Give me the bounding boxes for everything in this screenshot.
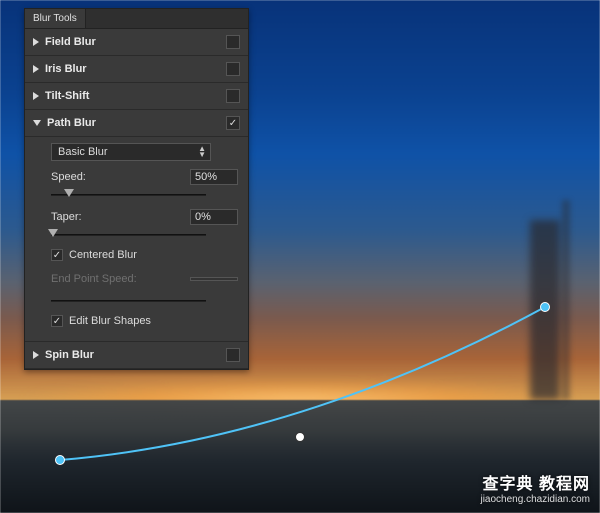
path-blur-body: Basic Blur ▲▼ Speed: 50% Taper: 0% Cente…: [25, 137, 248, 342]
slider-thumb[interactable]: [48, 229, 58, 237]
centered-blur-checkbox[interactable]: [51, 249, 63, 261]
section-iris-blur[interactable]: Iris Blur: [25, 56, 248, 83]
disclosure-right-icon: [33, 65, 39, 73]
watermark-title: 查字典 教程网: [480, 470, 590, 494]
panel-tab-bar: Blur Tools: [25, 9, 248, 29]
path-midpoint[interactable]: [295, 432, 305, 442]
dropdown-value: Basic Blur: [58, 146, 108, 158]
end-point-speed-slider: [51, 293, 238, 309]
disclosure-down-icon: [33, 120, 41, 126]
enable-checkbox[interactable]: [226, 89, 240, 103]
taper-slider[interactable]: [51, 227, 238, 243]
enable-checkbox[interactable]: [226, 62, 240, 76]
section-label: Field Blur: [45, 36, 220, 48]
taper-row: Taper: 0%: [51, 209, 238, 225]
section-spin-blur[interactable]: Spin Blur: [25, 342, 248, 369]
edit-blur-shapes-checkbox[interactable]: [51, 315, 63, 327]
bridge-cable: [562, 200, 570, 400]
blur-tools-panel: Blur Tools Field Blur Iris Blur Tilt-Shi…: [24, 8, 249, 370]
section-label: Tilt-Shift: [45, 90, 220, 102]
disclosure-right-icon: [33, 351, 39, 359]
end-point-speed-label: End Point Speed:: [51, 273, 184, 285]
disclosure-right-icon: [33, 92, 39, 100]
edit-blur-shapes-row[interactable]: Edit Blur Shapes: [51, 315, 238, 327]
speed-slider[interactable]: [51, 187, 238, 203]
blur-type-dropdown[interactable]: Basic Blur ▲▼: [51, 143, 211, 161]
section-label: Spin Blur: [45, 349, 220, 361]
enable-checkbox[interactable]: [226, 116, 240, 130]
path-endpoint[interactable]: [540, 302, 550, 312]
enable-checkbox[interactable]: [226, 35, 240, 49]
slider-thumb[interactable]: [64, 189, 74, 197]
speed-row: Speed: 50%: [51, 169, 238, 185]
disclosure-right-icon: [33, 38, 39, 46]
watermark-url: jiaocheng.chazidian.com: [480, 494, 590, 505]
section-label: Iris Blur: [45, 63, 220, 75]
panel-tab-blur-tools[interactable]: Blur Tools: [25, 9, 86, 28]
section-field-blur[interactable]: Field Blur: [25, 29, 248, 56]
enable-checkbox[interactable]: [226, 348, 240, 362]
centered-blur-label: Centered Blur: [69, 249, 137, 261]
section-label: Path Blur: [47, 117, 220, 129]
slider-track: [51, 194, 206, 196]
section-tilt-shift[interactable]: Tilt-Shift: [25, 83, 248, 110]
edit-blur-shapes-label: Edit Blur Shapes: [69, 315, 151, 327]
path-endpoint[interactable]: [55, 455, 65, 465]
taper-value[interactable]: 0%: [190, 209, 238, 225]
watermark: 查字典 教程网 jiaocheng.chazidian.com: [480, 470, 590, 505]
centered-blur-row[interactable]: Centered Blur: [51, 249, 238, 261]
speed-value[interactable]: 50%: [190, 169, 238, 185]
end-point-speed-value: [190, 277, 238, 281]
section-path-blur[interactable]: Path Blur: [25, 110, 248, 137]
dropdown-arrows-icon: ▲▼: [198, 146, 204, 158]
slider-track: [51, 234, 206, 236]
taper-label: Taper:: [51, 211, 184, 223]
speed-label: Speed:: [51, 171, 184, 183]
end-point-speed-row: End Point Speed:: [51, 267, 238, 291]
slider-track: [51, 300, 206, 302]
